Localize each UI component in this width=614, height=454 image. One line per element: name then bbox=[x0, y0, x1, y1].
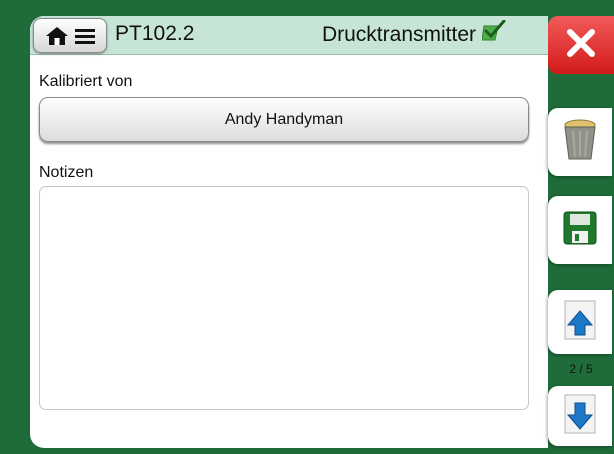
calibrated-by-label: Kalibriert von bbox=[39, 73, 133, 90]
notes-label: Notizen bbox=[39, 164, 94, 181]
device-type: Drucktransmitter bbox=[321, 19, 506, 50]
page-up-arrow-icon bbox=[562, 299, 598, 346]
checkmark-icon bbox=[481, 19, 506, 50]
calibrated-by-button[interactable]: Andy Handyman bbox=[39, 97, 529, 142]
page-up-button[interactable] bbox=[548, 290, 612, 354]
page-indicator: 2 / 5 bbox=[569, 362, 593, 376]
save-button[interactable] bbox=[548, 196, 612, 264]
close-button[interactable] bbox=[548, 16, 614, 74]
trash-can-icon bbox=[563, 119, 597, 166]
notes-field[interactable] bbox=[39, 186, 529, 410]
home-icon bbox=[45, 26, 69, 46]
delete-button[interactable] bbox=[548, 108, 612, 176]
home-menu-button[interactable] bbox=[33, 18, 107, 53]
close-x-icon bbox=[566, 28, 596, 63]
page-down-button[interactable] bbox=[548, 386, 612, 446]
floppy-disk-icon bbox=[563, 211, 597, 250]
page-down-arrow-icon bbox=[562, 393, 598, 440]
device-type-label: Drucktransmitter bbox=[321, 23, 476, 46]
hamburger-menu-icon bbox=[75, 28, 95, 44]
instrument-tag: PT102.2 bbox=[115, 22, 195, 45]
